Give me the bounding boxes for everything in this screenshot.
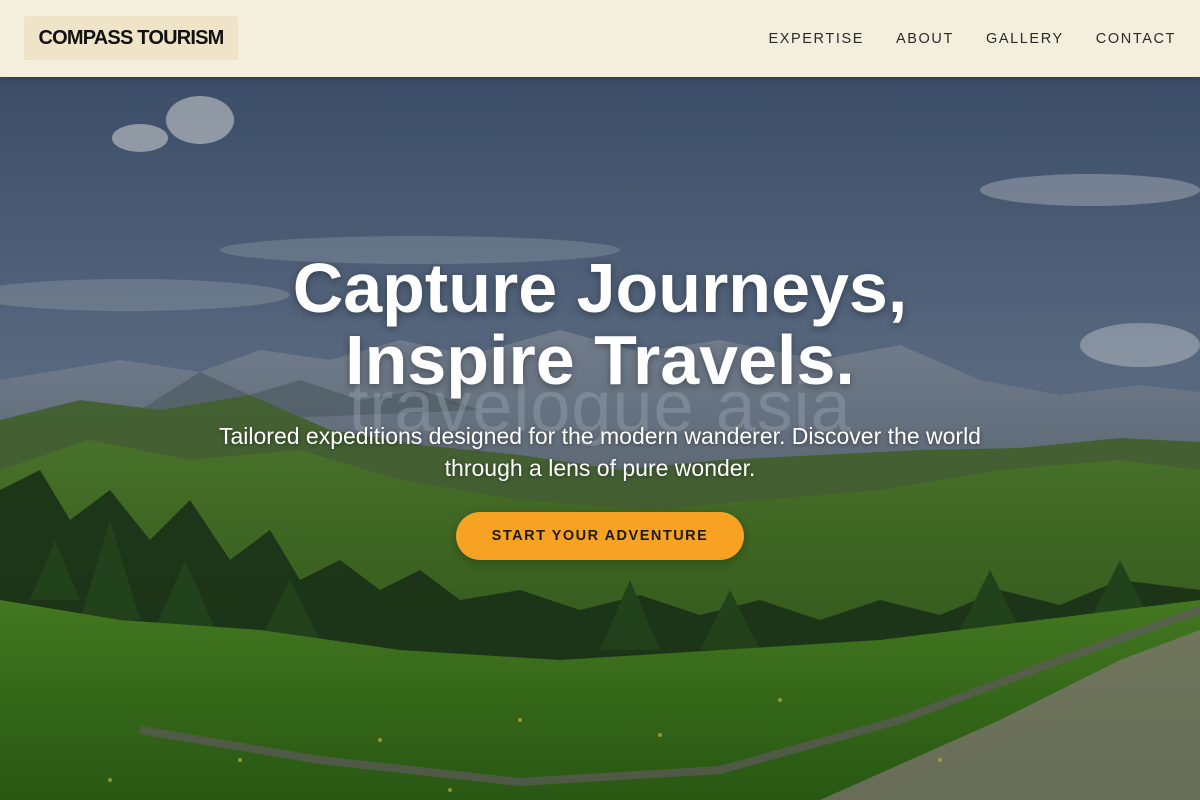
hero-headline: Capture Journeys, Inspire Travels. <box>0 252 1200 396</box>
start-adventure-button-label: START YOUR ADVENTURE <box>491 528 709 544</box>
brand-logo[interactable]: COMPASS TOURISM <box>24 16 238 60</box>
brand-name: COMPASS TOURISM <box>38 26 224 49</box>
nav-link-about[interactable]: ABOUT <box>896 31 954 47</box>
main-nav: EXPERTISE ABOUT GALLERY CONTACT <box>768 0 1176 77</box>
site-header: COMPASS TOURISM EXPERTISE ABOUT GALLERY … <box>0 0 1200 77</box>
hero-section: travelogue asia Capture Journeys, Inspir… <box>0 0 1200 800</box>
nav-link-contact[interactable]: CONTACT <box>1096 31 1176 47</box>
start-adventure-button[interactable]: START YOUR ADVENTURE <box>456 512 744 560</box>
nav-link-gallery[interactable]: GALLERY <box>986 31 1064 47</box>
nav-link-expertise[interactable]: EXPERTISE <box>768 31 864 47</box>
hero-headline-line2: Inspire Travels. <box>345 321 855 399</box>
hero-subtitle: Tailored expeditions designed for the mo… <box>219 423 981 481</box>
hero-headline-line1: Capture Journeys, <box>292 249 908 327</box>
